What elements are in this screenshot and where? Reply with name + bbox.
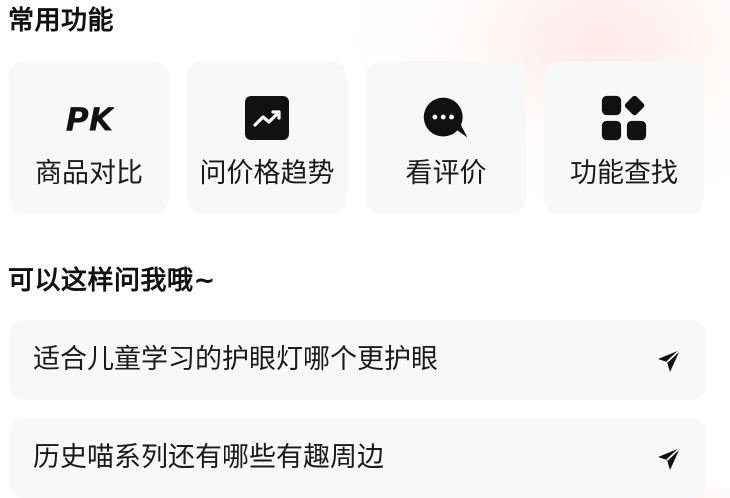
chat-bubble-icon bbox=[421, 93, 471, 143]
feature-label: 功能查找 bbox=[570, 158, 678, 189]
ask-me-title: 可以这样问我哦~ bbox=[8, 266, 216, 296]
trend-chart-icon bbox=[242, 93, 292, 143]
grid-apps-icon bbox=[599, 93, 649, 143]
suggestion-text: 适合儿童学习的护眼灯哪个更护眼 bbox=[33, 344, 438, 375]
suggestion-text: 历史喵系列还有哪些有趣周边 bbox=[33, 442, 384, 473]
feature-card-product-compare[interactable]: PK 商品对比 bbox=[9, 61, 169, 214]
suggestion-item[interactable]: 适合儿童学习的护眼灯哪个更护眼 bbox=[9, 320, 706, 400]
suggestion-item[interactable]: 历史喵系列还有哪些有趣周边 bbox=[9, 418, 706, 498]
common-functions-title: 常用功能 bbox=[8, 6, 115, 36]
svg-text:PK: PK bbox=[66, 103, 114, 139]
feature-label: 问价格趋势 bbox=[199, 158, 335, 189]
send-icon[interactable] bbox=[656, 348, 682, 374]
feature-label: 商品对比 bbox=[35, 158, 143, 189]
feature-card-price-trend[interactable]: 问价格趋势 bbox=[187, 61, 347, 214]
feature-card-reviews[interactable]: 看评价 bbox=[366, 61, 526, 214]
feature-card-function-search[interactable]: 功能查找 bbox=[544, 61, 704, 214]
feature-label: 看评价 bbox=[405, 158, 487, 189]
pk-icon: PK bbox=[64, 93, 114, 143]
send-icon[interactable] bbox=[656, 446, 682, 472]
feature-grid: PK 商品对比 问价格趋势 看评价 功能查找 bbox=[9, 61, 709, 214]
